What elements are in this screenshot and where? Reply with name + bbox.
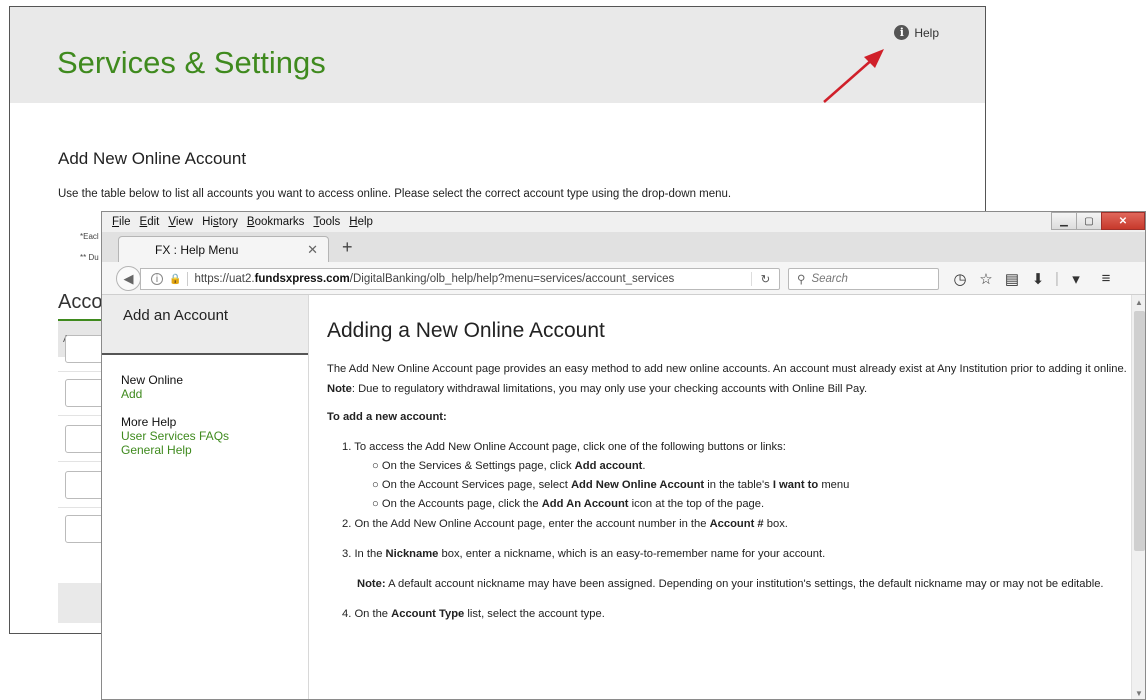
menu-icon[interactable]: ≡ (1089, 270, 1123, 288)
step-1: 1. To access the Add New Online Account … (342, 441, 786, 453)
tab-help-menu[interactable]: FX : Help Menu ✕ (118, 236, 329, 263)
navigation-bar: i 🔒 https://uat2.fundsxpress.com/Digital… (102, 262, 1145, 295)
substep: ○ On the Account Services page, select A… (372, 479, 850, 491)
menu-view[interactable]: View (168, 216, 193, 228)
step-2: 2. On the Add New Online Account page, e… (342, 518, 788, 530)
info-icon: i (894, 25, 910, 40)
help-article: Adding a New Online Account The Add New … (310, 295, 1130, 699)
back-arrow-icon: ◀ (123, 270, 134, 286)
intro-text: The Add New Online Account page provides… (327, 363, 1127, 375)
minimize-button[interactable]: ▁ (1051, 212, 1077, 230)
search-input[interactable]: ⚲ Search (788, 268, 939, 290)
menu-tools[interactable]: Tools (313, 216, 340, 228)
sidebar-link-faqs[interactable]: User Services FAQs (121, 429, 308, 443)
reload-icon[interactable]: ↻ (751, 272, 779, 286)
article-title: Adding a New Online Account (327, 319, 605, 342)
red-arrow-annotation (823, 49, 884, 103)
section-heading: To add a new account: (327, 411, 447, 423)
dropdown-icon[interactable]: ▾ (1063, 270, 1089, 288)
note-block: Note: A default account nickname may hav… (357, 578, 1104, 590)
substep: ○ On the Services & Settings page, click… (372, 460, 646, 472)
menu-bar: File Edit View History Bookmarks Tools H… (102, 212, 1145, 232)
footnote-1: *Eacl (80, 232, 99, 241)
section-description: Use the table below to list all accounts… (58, 188, 732, 200)
browser-window: File Edit View History Bookmarks Tools H… (101, 211, 1146, 700)
url-text[interactable]: https://uat2.fundsxpress.com/DigitalBank… (194, 273, 751, 285)
close-window-button[interactable]: ✕ (1101, 212, 1145, 230)
sidebar-link-add[interactable]: Add (121, 387, 308, 401)
menu-history[interactable]: History (202, 216, 238, 228)
download-icon[interactable]: ⬇ (1025, 270, 1051, 288)
lock-icon[interactable]: 🔒 (169, 274, 181, 285)
substep: ○ On the Accounts page, click the Add An… (372, 498, 765, 510)
menu-bookmarks[interactable]: Bookmarks (247, 216, 305, 228)
tab-strip: FX : Help Menu ✕ + (102, 232, 1145, 263)
sidebar-header: Add an Account (102, 295, 308, 355)
window-controls: ▁ ▢ ✕ (1051, 212, 1145, 230)
toolbar-icons: ◷ ☆ ▤ ⬇ | ▾ ≡ (947, 270, 1123, 288)
url-separator (187, 272, 189, 286)
search-placeholder: Search (811, 273, 848, 285)
accounts-title: Acco (58, 291, 103, 313)
vertical-scrollbar[interactable]: ▲ ▼ (1131, 295, 1145, 699)
help-sidebar: Add an Account New Online Add More Help … (102, 295, 309, 699)
sidebar-link-general-help[interactable]: General Help (121, 443, 308, 457)
history-icon[interactable]: ◷ (947, 270, 973, 288)
search-icon: ⚲ (797, 274, 806, 286)
step-4: 4. On the Account Type list, select the … (342, 608, 605, 620)
info-icon[interactable]: i (151, 273, 163, 285)
maximize-button[interactable]: ▢ (1076, 212, 1102, 230)
back-button[interactable]: ◀ (116, 266, 141, 291)
menu-help[interactable]: Help (349, 216, 373, 228)
tab-title: FX : Help Menu (155, 243, 239, 257)
menu-file[interactable]: File (112, 216, 131, 228)
address-bar[interactable]: i 🔒 https://uat2.fundsxpress.com/Digital… (140, 268, 780, 290)
page-content: Add an Account New Online Add More Help … (102, 295, 1145, 699)
toolbar-divider: | (1055, 270, 1059, 287)
sidebar-group-title: More Help (121, 415, 177, 429)
sidebar-group-title: New Online (121, 373, 184, 387)
scroll-up-icon[interactable]: ▲ (1135, 298, 1143, 307)
note-text: Note: Due to regulatory withdrawal limit… (327, 383, 868, 395)
tab-close-icon[interactable]: ✕ (307, 242, 318, 258)
steps-list: 1. To access the Add New Online Account … (342, 437, 1130, 624)
new-tab-button[interactable]: + (342, 237, 353, 258)
help-label: Help (914, 25, 939, 40)
step-3: 3. In the Nickname box, enter a nickname… (342, 548, 826, 560)
section-title: Add New Online Account (58, 149, 247, 168)
reading-list-icon[interactable]: ▤ (999, 270, 1025, 288)
menu-edit[interactable]: Edit (140, 216, 160, 228)
page-title: Services & Settings (57, 45, 326, 80)
help-link[interactable]: i Help (894, 25, 939, 40)
scroll-down-icon[interactable]: ▼ (1135, 689, 1143, 698)
footnote-2: ** Du (80, 253, 99, 262)
bookmark-star-icon[interactable]: ☆ (973, 270, 999, 288)
scrollbar-thumb[interactable] (1134, 311, 1145, 551)
